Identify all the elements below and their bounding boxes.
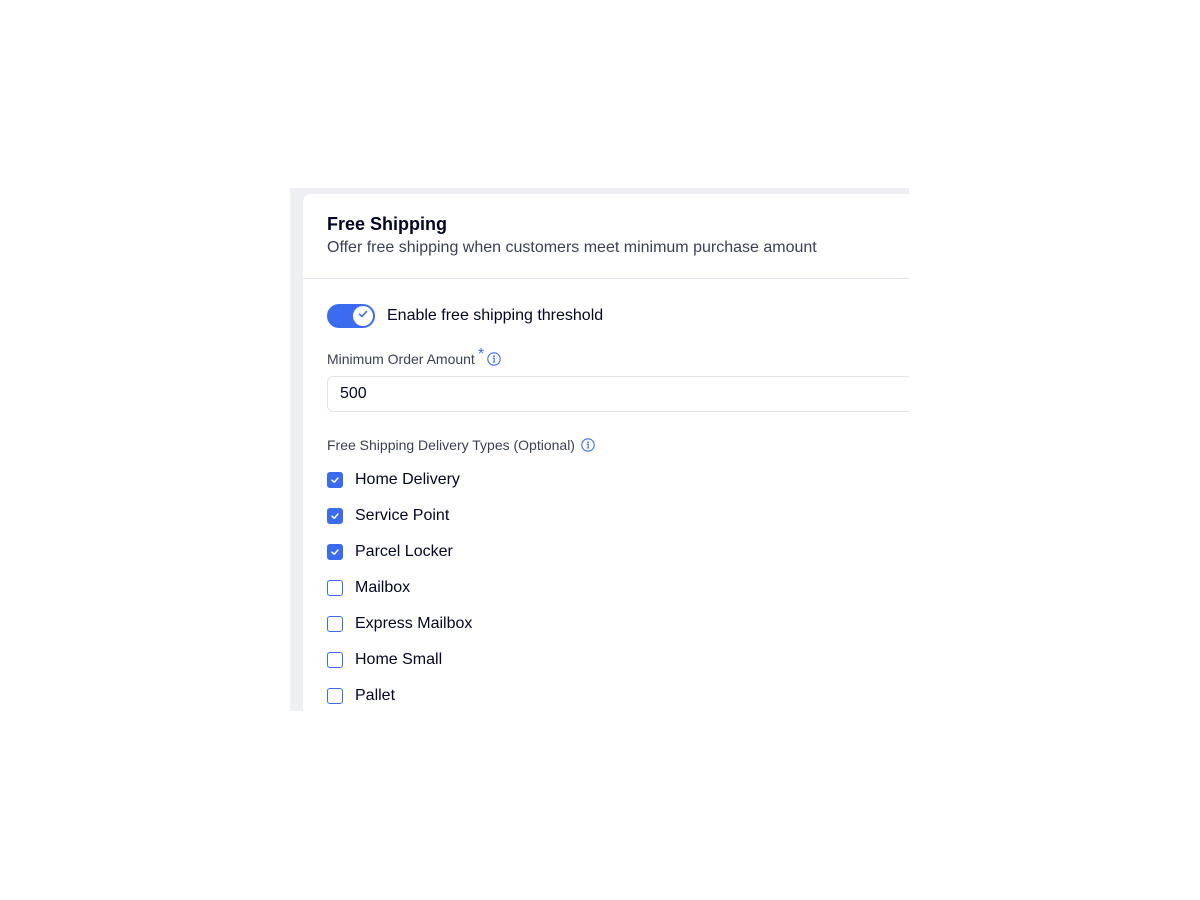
checkbox-label: Home Small (355, 651, 443, 668)
checkbox[interactable] (327, 544, 343, 560)
info-icon[interactable] (487, 352, 501, 366)
checkbox-label: Pallet (355, 687, 396, 704)
check-icon (357, 307, 369, 325)
card-subtitle: Offer free shipping when customers meet … (327, 239, 817, 256)
min-order-label-row: Minimum Order Amount * (327, 346, 501, 368)
checkbox-item-service-point[interactable]: Service Point (327, 498, 472, 534)
card-header: Free Shipping Offer free shipping when c… (303, 194, 909, 279)
checkbox[interactable] (327, 472, 343, 488)
delivery-types-label: Free Shipping Delivery Types (Optional) (327, 437, 575, 453)
free-shipping-toggle[interactable] (327, 304, 375, 328)
delivery-types-label-row: Free Shipping Delivery Types (Optional) (327, 436, 595, 454)
checkbox-label: Mailbox (355, 579, 411, 596)
checkbox[interactable] (327, 508, 343, 524)
check-icon (331, 477, 339, 483)
toggle-label: Enable free shipping threshold (387, 307, 604, 324)
checkbox[interactable] (327, 688, 343, 704)
checkbox-item-express-mailbox[interactable]: Express Mailbox (327, 606, 472, 642)
free-shipping-card: Free Shipping Offer free shipping when c… (303, 194, 909, 711)
check-icon (331, 513, 339, 519)
check-icon (331, 549, 339, 555)
checkbox-item-pallet[interactable]: Pallet (327, 678, 472, 711)
min-order-amount-input[interactable] (327, 376, 909, 412)
min-order-label: Minimum Order Amount (327, 351, 475, 367)
checkbox-label: Home Delivery (355, 471, 460, 488)
checkbox[interactable] (327, 580, 343, 596)
checkbox[interactable] (327, 616, 343, 632)
checkbox-item-parcel-locker[interactable]: Parcel Locker (327, 534, 472, 570)
free-shipping-toggle-row: Enable free shipping threshold (327, 304, 603, 328)
checkbox-item-mailbox[interactable]: Mailbox (327, 570, 472, 606)
checkbox-label: Service Point (355, 507, 450, 524)
settings-panel-frame: Free Shipping Offer free shipping when c… (290, 188, 909, 711)
card-title: Free Shipping (327, 214, 448, 234)
checkbox-item-home-delivery[interactable]: Home Delivery (327, 462, 472, 498)
required-indicator: * (477, 346, 485, 363)
toggle-knob (353, 306, 373, 326)
checkbox-label: Express Mailbox (355, 615, 473, 632)
checkbox-label: Parcel Locker (355, 543, 453, 560)
delivery-types-list: Home Delivery Service Point Parcel Locke… (327, 462, 472, 711)
checkbox-item-home-small[interactable]: Home Small (327, 642, 472, 678)
checkbox[interactable] (327, 652, 343, 668)
info-icon[interactable] (581, 438, 595, 452)
